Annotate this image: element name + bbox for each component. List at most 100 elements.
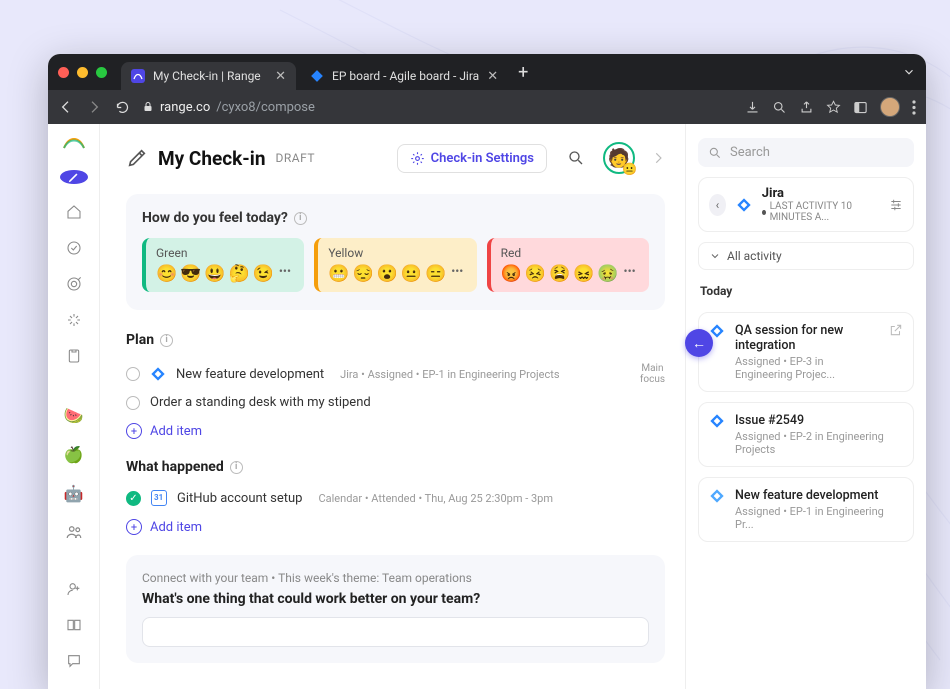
sidepanel-icon[interactable] — [853, 100, 868, 115]
plan-item-title: Order a standing desk with my stipend — [150, 395, 371, 410]
rail-meetings-icon[interactable] — [60, 312, 88, 328]
profile-avatar-icon[interactable] — [880, 97, 900, 117]
side-search-input[interactable]: Search — [698, 138, 914, 167]
rail-people-icon[interactable] — [60, 523, 88, 541]
mood-emoji[interactable]: 😡 — [501, 264, 522, 284]
mood-emoji[interactable]: 😔 — [353, 264, 374, 284]
rail-team-watermelon-icon[interactable]: 🍉 — [60, 406, 88, 425]
mood-emoji[interactable]: 😖 — [573, 264, 594, 284]
activity-date-label: Today — [700, 284, 912, 298]
plan-section-label: Plan i — [126, 332, 665, 348]
browser-window: My Check-in | Range ✕ EP board - Agile b… — [48, 54, 926, 689]
activity-item[interactable]: New feature development Assigned • EP-1 … — [698, 477, 914, 542]
rail-team-robot-icon[interactable]: 🤖 — [60, 484, 88, 503]
rail-compose-icon[interactable] — [60, 170, 88, 184]
tab-overflow-icon[interactable] — [902, 65, 916, 79]
mood-emoji[interactable]: 😉 — [253, 264, 274, 284]
connect-theme: Connect with your team • This week's the… — [142, 571, 649, 585]
activity-filter-label: All activity — [727, 249, 782, 263]
open-external-icon[interactable] — [889, 323, 903, 337]
info-icon[interactable]: i — [160, 334, 173, 347]
happened-item[interactable]: ✓ GitHub account setup Calendar • Attend… — [126, 485, 665, 511]
rail-checkins-icon[interactable] — [60, 240, 88, 256]
activity-meta: Assigned • EP-1 in Engineering Pr... — [735, 505, 903, 531]
mood-emoji[interactable]: 😣 — [525, 264, 546, 284]
mood-emoji[interactable]: 😬 — [328, 264, 349, 284]
activity-item[interactable]: Issue #2549 Assigned • EP-2 in Engineeri… — [698, 402, 914, 467]
zoom-icon[interactable] — [772, 100, 787, 115]
mood-emoji[interactable]: 🤢 — [597, 264, 618, 284]
mood-emoji[interactable]: 😫 — [549, 264, 570, 284]
browser-tabbar: My Check-in | Range ✕ EP board - Agile b… — [48, 54, 926, 90]
plan-item[interactable]: New feature development Jira • Assigned … — [126, 358, 665, 390]
activity-title: Issue #2549 — [735, 413, 903, 428]
url-display[interactable]: range.co/cyxo8/compose — [142, 100, 733, 115]
chevron-right-icon[interactable] — [651, 151, 665, 165]
integration-meta: LAST ACTIVITY 10 MINUTES A... — [762, 201, 879, 223]
tune-icon[interactable] — [889, 198, 903, 212]
window-controls[interactable] — [58, 67, 107, 78]
mood-emoji[interactable]: 😎 — [180, 264, 201, 284]
mood-group-green: Green 😊 😎 😃 🤔 😉 ••• — [142, 238, 304, 292]
chevron-down-icon — [709, 250, 721, 262]
settings-label: Check-in Settings — [431, 151, 534, 166]
radio-icon[interactable] — [126, 396, 140, 410]
check-done-icon[interactable]: ✓ — [126, 491, 141, 506]
checkin-settings-button[interactable]: Check-in Settings — [397, 144, 547, 173]
range-logo-icon[interactable] — [63, 136, 85, 150]
browser-tab-active[interactable]: My Check-in | Range ✕ — [121, 62, 296, 90]
share-icon[interactable] — [799, 100, 814, 115]
radio-icon[interactable] — [126, 367, 140, 381]
mood-group-yellow: Yellow 😬 😔 😮 😐 😑 ••• — [314, 238, 476, 292]
mood-emoji[interactable]: 😊 — [156, 264, 177, 284]
plan-item[interactable]: Order a standing desk with my stipend — [126, 390, 665, 415]
mood-card: How do you feel today? i Green 😊 😎 😃 🤔 😉… — [126, 194, 665, 310]
header-search-icon[interactable] — [567, 149, 585, 167]
mood-more-icon[interactable]: ••• — [451, 264, 463, 284]
rail-invite-icon[interactable] — [60, 581, 88, 597]
nav-forward-icon[interactable] — [86, 99, 102, 115]
rail-library-icon[interactable] — [60, 617, 88, 633]
rail-home-icon[interactable] — [60, 204, 88, 220]
rail-team-apple-icon[interactable]: 🍏 — [60, 445, 88, 464]
connect-answer-input[interactable] — [142, 617, 649, 647]
nav-reload-icon[interactable] — [114, 100, 130, 115]
happened-add-item-button[interactable]: + Add item — [126, 519, 665, 535]
add-item-label: Add item — [150, 520, 202, 535]
mood-emoji[interactable]: 😮 — [377, 264, 398, 284]
jira-icon — [709, 488, 725, 504]
info-icon[interactable]: i — [230, 461, 243, 474]
mood-emoji[interactable]: 😑 — [425, 264, 446, 284]
mood-more-icon[interactable]: ••• — [279, 264, 291, 284]
nav-back-icon[interactable] — [58, 99, 74, 115]
pull-into-checkin-icon[interactable]: ← — [685, 329, 713, 357]
install-icon[interactable] — [745, 100, 760, 115]
plus-circle-icon: + — [126, 423, 142, 439]
maximize-window-icon[interactable] — [96, 67, 107, 78]
mood-more-icon[interactable]: ••• — [624, 264, 636, 284]
tab-close-icon[interactable]: ✕ — [275, 69, 286, 84]
tab-close-icon[interactable]: ✕ — [487, 69, 498, 84]
range-favicon-icon — [131, 69, 145, 83]
integration-card[interactable]: ‹ Jira LAST ACTIVITY 10 MINUTES A... — [698, 177, 914, 232]
jira-favicon-icon — [310, 69, 324, 83]
mood-emoji[interactable]: 😃 — [204, 264, 225, 284]
close-window-icon[interactable] — [58, 67, 69, 78]
rail-feedback-icon[interactable] — [60, 653, 88, 669]
info-icon[interactable]: i — [294, 212, 307, 225]
side-panel: Search ‹ Jira LAST ACTIVITY 10 MINUTES A… — [686, 124, 926, 689]
rail-goals-icon[interactable] — [60, 276, 88, 292]
bookmark-icon[interactable] — [826, 100, 841, 115]
activity-item[interactable]: ← QA session for new integration Assigne… — [698, 312, 914, 392]
plan-add-item-button[interactable]: + Add item — [126, 423, 665, 439]
chevron-left-icon[interactable]: ‹ — [709, 194, 726, 216]
mood-emoji[interactable]: 🤔 — [229, 264, 250, 284]
mood-emoji[interactable]: 😐 — [401, 264, 422, 284]
side-rail: 🍉 🍏 🤖 — [48, 124, 100, 689]
rail-tasks-icon[interactable] — [60, 348, 88, 364]
kebab-menu-icon[interactable] — [912, 100, 916, 115]
activity-filter[interactable]: All activity — [698, 242, 914, 270]
minimize-window-icon[interactable] — [77, 67, 88, 78]
browser-tab-inactive[interactable]: EP board - Agile board - Jira ✕ — [300, 62, 508, 90]
new-tab-button[interactable]: + — [518, 62, 528, 83]
